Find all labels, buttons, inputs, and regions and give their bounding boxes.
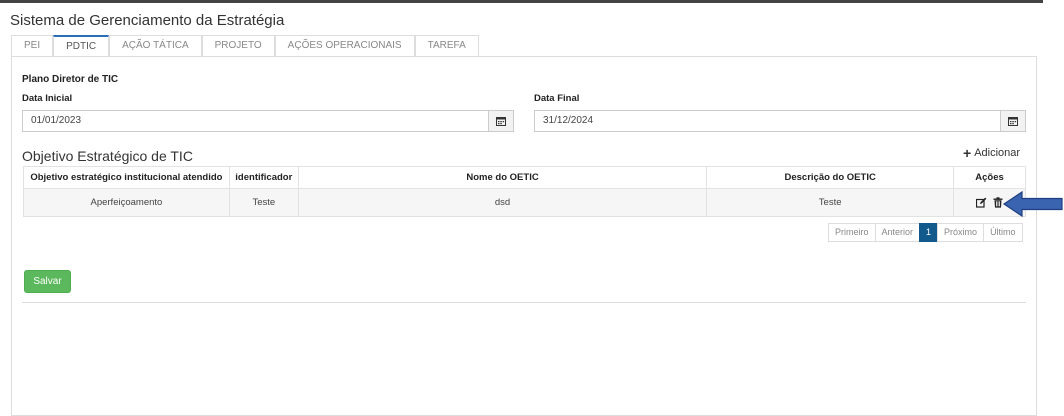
divider — [22, 302, 1026, 303]
column-header: Nome do OETIC — [297, 166, 708, 189]
calendar-icon — [496, 117, 506, 126]
tab-tarefa[interactable]: TAREFA — [414, 35, 479, 56]
start-date-label: Data Inicial — [22, 93, 73, 104]
add-objective-button[interactable]: + Adicionar — [963, 145, 1021, 161]
column-header: Descrição do OETIC — [706, 166, 955, 189]
objectives-title: Objetivo Estratégico de TIC — [22, 148, 193, 164]
table-row: Aperfeiçoamento Teste dsd Teste — [23, 188, 1026, 217]
pagination-next[interactable]: Próximo — [937, 223, 985, 242]
pagination-first[interactable]: Primeiro — [828, 223, 876, 242]
cell-name: dsd — [297, 188, 708, 217]
column-header: Ações — [953, 166, 1026, 189]
app-title: Sistema de Gerenciamento da Estratégia — [10, 12, 285, 29]
column-header: Objetivo estratégico institucional atend… — [23, 166, 230, 189]
edit-icon[interactable] — [976, 197, 987, 208]
cell-identifier: Teste — [228, 188, 299, 217]
save-button[interactable]: Salvar — [24, 270, 71, 293]
pagination-prev[interactable]: Anterior — [874, 223, 921, 242]
start-date-input[interactable]: 01/01/2023 — [22, 110, 489, 132]
column-header: identificador — [228, 166, 299, 189]
tab-acoes-operacionais[interactable]: AÇÕES OPERACIONAIS — [274, 35, 415, 56]
tab-bar: PEI PDTIC AÇÃO TÁTICA PROJETO AÇÕES OPER… — [11, 35, 479, 56]
tab-pei[interactable]: PEI — [11, 35, 54, 56]
tab-acao-tatica[interactable]: AÇÃO TÁTICA — [109, 35, 202, 56]
add-label: Adicionar — [974, 147, 1021, 159]
top-bar — [0, 0, 1043, 3]
cell-objective: Aperfeiçoamento — [23, 188, 230, 217]
cell-description: Teste — [706, 188, 955, 217]
pagination-current[interactable]: 1 — [919, 223, 939, 242]
tab-projeto[interactable]: PROJETO — [201, 35, 275, 56]
end-date-calendar-button[interactable] — [1000, 110, 1026, 132]
calendar-icon — [1008, 117, 1018, 126]
plan-title: Plano Diretor de TIC — [22, 74, 119, 85]
start-date-calendar-button[interactable] — [488, 110, 514, 132]
tab-pdtic[interactable]: PDTIC — [53, 35, 110, 56]
end-date-input[interactable]: 31/12/2024 — [534, 110, 1001, 132]
objectives-table: Objetivo estratégico institucional atend… — [23, 166, 1026, 217]
pagination-last[interactable]: Último — [983, 223, 1023, 242]
pagination: Primeiro Anterior 1 Próximo Último — [828, 223, 1023, 242]
plus-icon: + — [963, 145, 972, 161]
arrow-left-icon — [1002, 190, 1063, 218]
end-date-label: Data Final — [534, 93, 580, 104]
